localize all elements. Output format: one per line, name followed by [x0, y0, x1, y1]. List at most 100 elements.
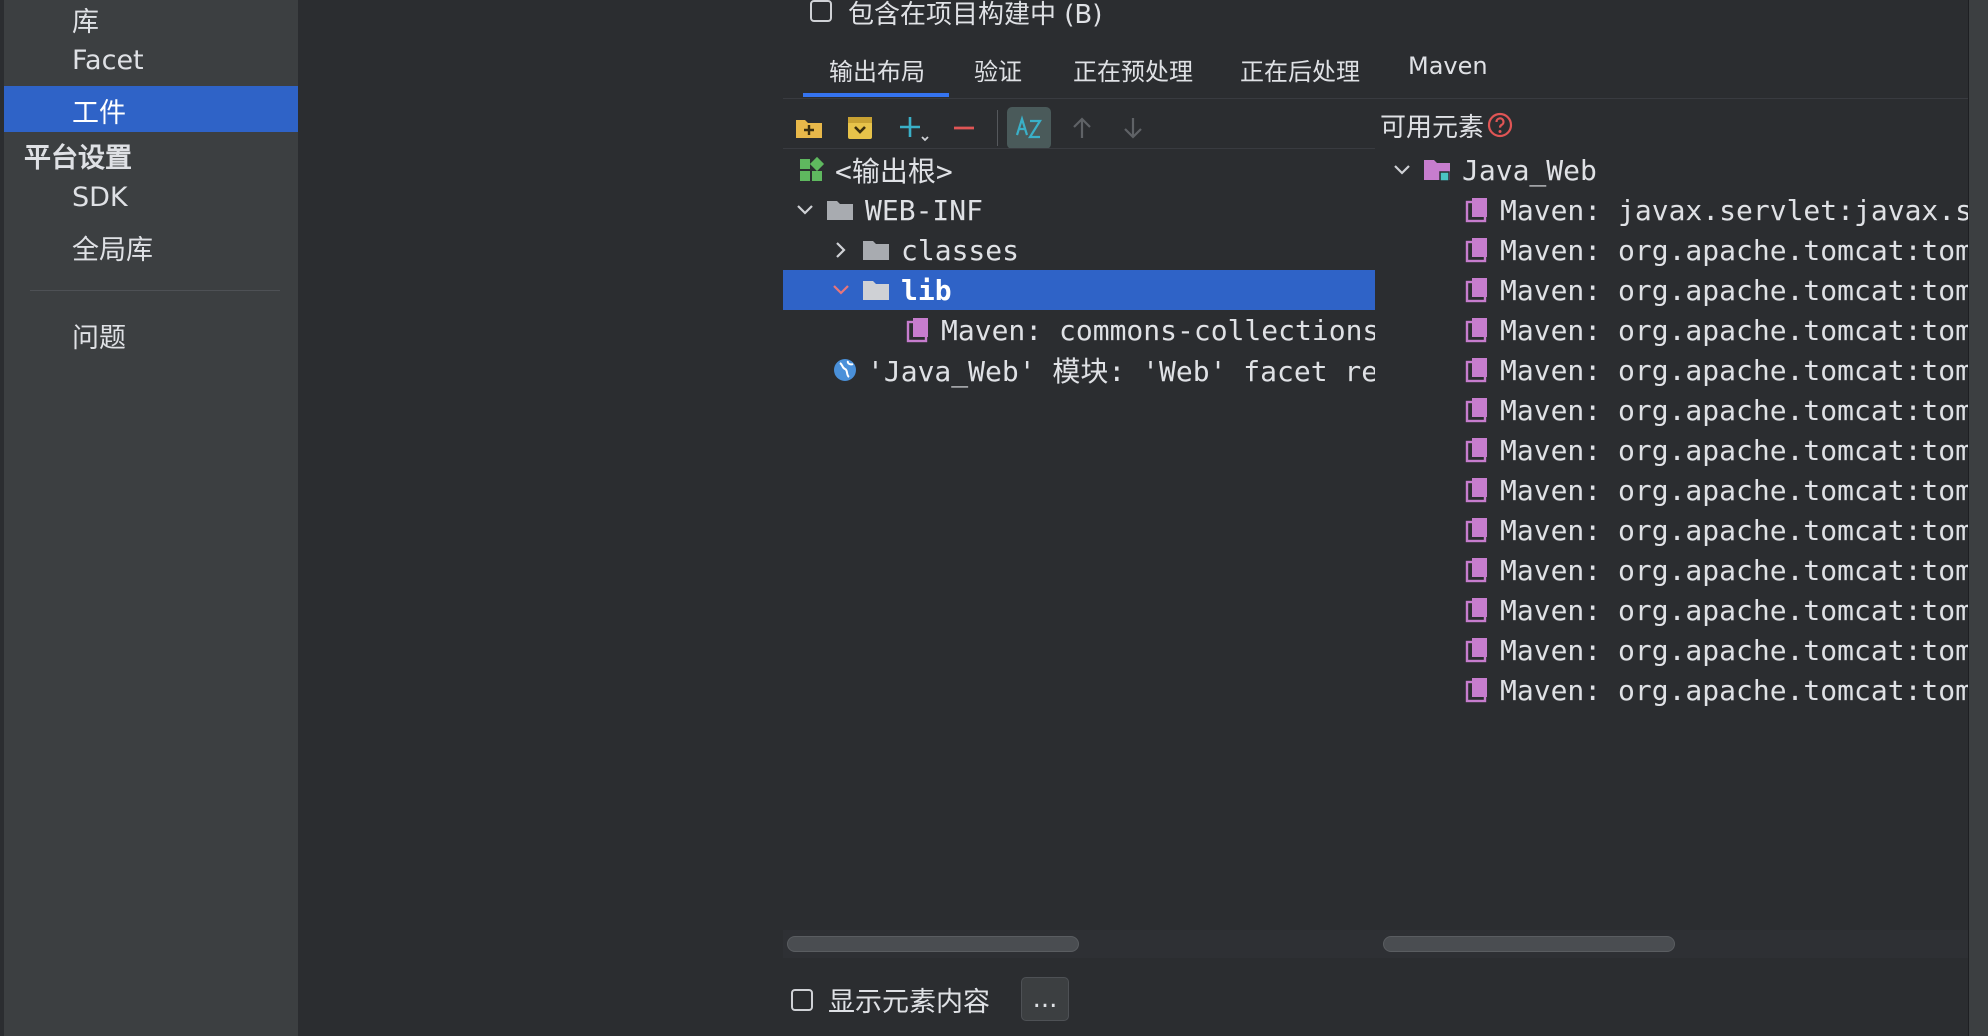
lib-label: lib: [901, 273, 952, 307]
chevron-down-icon[interactable]: [1392, 163, 1412, 177]
output-tree-horizontal-scrollbar[interactable]: [787, 936, 1079, 952]
available-maven-library-item[interactable]: Maven: org.apache.tomcat:tom: [1464, 590, 1968, 630]
include-in-build-checkbox[interactable]: [810, 0, 832, 22]
sidebar-item-artifacts[interactable]: [4, 86, 298, 132]
library-icon: [1465, 438, 1487, 463]
available-tree-horizontal-scrollbar[interactable]: [1383, 936, 1675, 952]
toolbar-divider: [783, 148, 1375, 149]
library-icon: [1465, 358, 1487, 383]
tree-node-java-web-module[interactable]: Java_Web: [1390, 150, 1597, 190]
library-icon: [1465, 638, 1487, 663]
available-maven-library-item[interactable]: Maven: org.apache.tomcat:tom: [1464, 270, 1968, 310]
available-maven-library-label: Maven: org.apache.tomcat:tom: [1500, 233, 1968, 267]
available-maven-library-label: Maven: org.apache.tomcat:tom: [1500, 393, 1968, 427]
available-maven-library-item[interactable]: Maven: org.apache.tomcat:tom: [1464, 230, 1968, 270]
sidebar-item-facets[interactable]: Facet: [72, 45, 144, 76]
add-icon: [900, 117, 929, 142]
window-right-edge: [1968, 0, 1988, 1036]
chevron-down-icon[interactable]: [831, 283, 851, 297]
move-up-button[interactable]: [1060, 107, 1104, 149]
remove-button[interactable]: [942, 107, 986, 149]
sidebar-divider: [30, 290, 280, 291]
create-archive-icon: [848, 117, 872, 139]
create-directory-icon: [796, 120, 822, 138]
add-button[interactable]: [891, 107, 935, 149]
library-icon: [1465, 318, 1487, 343]
output-root-icon: [800, 156, 825, 181]
create-directory-button[interactable]: [787, 107, 831, 149]
library-icon: [906, 318, 928, 343]
more-options-button[interactable]: ...: [1021, 977, 1069, 1021]
tab-maven[interactable]: Maven: [1408, 52, 1488, 80]
chevron-right-icon[interactable]: [834, 240, 848, 260]
tree-node-classes[interactable]: classes: [829, 230, 1019, 270]
tree-node-commons-collections[interactable]: Maven: commons-collections: [905, 310, 1375, 350]
available-maven-library-item[interactable]: Maven: org.apache.tomcat:tom: [1464, 550, 1968, 590]
folder-icon: [827, 201, 853, 220]
show-content-checkbox[interactable]: [791, 989, 813, 1011]
available-maven-library-item[interactable]: Maven: javax.servlet:javax.s: [1464, 190, 1968, 230]
available-maven-library-label: Maven: org.apache.tomcat:tom: [1500, 473, 1968, 507]
available-maven-library-item[interactable]: Maven: org.apache.tomcat:tom: [1464, 630, 1968, 670]
available-maven-library-label: Maven: org.apache.tomcat:tom: [1500, 353, 1968, 387]
available-maven-library-label: Maven: javax.servlet:javax.s: [1500, 193, 1968, 227]
move-up-icon: [1073, 117, 1091, 138]
available-maven-library-label: Maven: org.apache.tomcat:tom: [1500, 273, 1968, 307]
remove-icon: [954, 126, 974, 130]
sidebar-item-libraries[interactable]: 库: [72, 0, 99, 39]
module-folder-icon: [1424, 160, 1450, 182]
available-maven-library-label: Maven: org.apache.tomcat:tom: [1500, 553, 1968, 587]
tree-node-web-inf[interactable]: WEB-INF: [793, 190, 983, 230]
globe-icon: [834, 359, 856, 381]
available-maven-library-label: Maven: org.apache.tomcat:tom: [1500, 633, 1968, 667]
sidebar-item-global-libraries[interactable]: 全局库: [72, 228, 153, 267]
tab-validation[interactable]: 验证: [974, 52, 1022, 87]
available-maven-library-label: Maven: org.apache.tomcat:tom: [1500, 593, 1968, 627]
library-icon: [1465, 518, 1487, 543]
library-icon: [1465, 238, 1487, 263]
available-maven-library-item[interactable]: Maven: org.apache.tomcat:tom: [1464, 390, 1968, 430]
move-down-icon: [1124, 118, 1142, 139]
tree-node-output-root[interactable]: <输出根>: [797, 150, 953, 190]
available-maven-library-item[interactable]: Maven: org.apache.tomcat:tom: [1464, 310, 1968, 350]
platform-settings-heading: 平台设置: [24, 143, 132, 174]
toolbar-separator: [997, 110, 998, 146]
tree-node-lib[interactable]: lib: [829, 270, 952, 310]
chevron-down-icon[interactable]: [795, 203, 815, 217]
available-elements-tree: Java_Web Maven: javax.servlet:javax.s Mav…: [1380, 150, 1968, 920]
library-icon: [1465, 478, 1487, 503]
available-elements-title: 可用元素: [1380, 112, 1485, 143]
available-maven-library-label: Maven: org.apache.tomcat:tom: [1500, 673, 1968, 707]
sidebar-item-artifacts-label: 工件: [72, 98, 126, 129]
available-maven-library-label: Maven: org.apache.tomcat:tom: [1500, 313, 1968, 347]
tree-node-web-facet-resource[interactable]: 'Java_Web' 模块: 'Web' facet re: [831, 350, 1375, 390]
sidebar-item-sdk[interactable]: SDK: [72, 182, 128, 213]
available-maven-library-item[interactable]: Maven: org.apache.tomcat:tom: [1464, 470, 1968, 510]
output-root-label: <输出根>: [835, 155, 953, 188]
create-archive-button[interactable]: [838, 107, 882, 149]
available-maven-library-item[interactable]: Maven: org.apache.tomcat:tom: [1464, 510, 1968, 550]
folder-icon: [863, 241, 889, 260]
move-down-button[interactable]: [1111, 107, 1155, 149]
folder-icon: [863, 281, 889, 300]
include-in-build-label: 包含在项目构建中 (B): [848, 0, 1103, 30]
active-tab-indicator: [803, 93, 949, 97]
web-facet-resource-label: 'Java_Web' 模块: 'Web' facet re: [867, 355, 1375, 388]
library-icon: [1465, 678, 1487, 703]
library-icon: [1465, 398, 1487, 423]
artifact-list-panel: [299, 0, 782, 1036]
commons-collections-label: Maven: commons-collections: [941, 313, 1375, 347]
sort-alphabetically-button[interactable]: [1007, 107, 1051, 149]
tab-output-layout[interactable]: 输出布局: [829, 52, 925, 87]
help-icon[interactable]: [1486, 111, 1514, 139]
tab-preprocessing[interactable]: 正在预处理: [1073, 52, 1193, 87]
sort-alphabetically-icon: [1015, 115, 1042, 139]
tabs-divider: [783, 98, 1968, 99]
available-maven-library-label: Maven: org.apache.tomcat:tom: [1500, 513, 1968, 547]
available-maven-library-item[interactable]: Maven: org.apache.tomcat:tom: [1464, 350, 1968, 390]
sidebar-item-problems[interactable]: 问题: [72, 316, 126, 355]
available-maven-library-item[interactable]: Maven: org.apache.tomcat:tom: [1464, 670, 1968, 710]
tab-postprocessing[interactable]: 正在后处理: [1240, 52, 1360, 87]
available-maven-library-item[interactable]: Maven: org.apache.tomcat:tom: [1464, 430, 1968, 470]
library-icon: [1465, 198, 1487, 223]
